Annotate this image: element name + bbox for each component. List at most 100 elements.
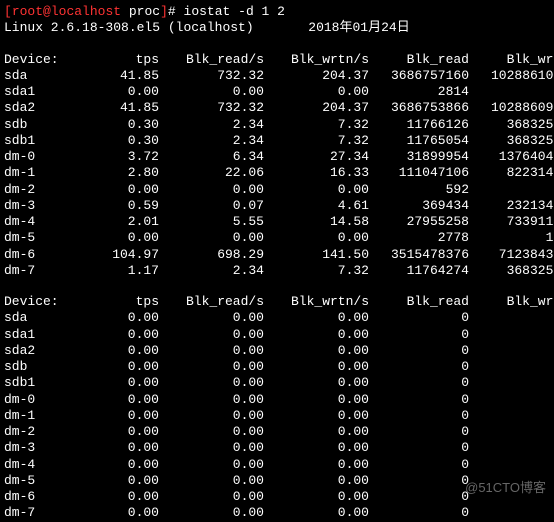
cell-device: dm-4: [4, 214, 74, 230]
cell-tps: 0.00: [74, 424, 159, 440]
cell-blk-read: 0: [369, 473, 469, 489]
cell-device: sda1: [4, 327, 74, 343]
cell-blk-read-s: 0.00: [159, 392, 264, 408]
cell-tps: 0.00: [74, 343, 159, 359]
device-row: dm-71.172.347.321176427436832553: [4, 263, 550, 279]
cell-tps: 0.00: [74, 392, 159, 408]
cell-blk-read: 0: [369, 343, 469, 359]
device-row: dm-20.000.000.0000: [4, 424, 550, 440]
cell-blk-wrtn: 0: [469, 375, 554, 391]
device-row: sda0.000.000.0000: [4, 310, 550, 326]
device-row: sda10.000.000.0000: [4, 327, 550, 343]
cell-tps: 0.00: [74, 375, 159, 391]
cell-blk-wrtn-s: 0.00: [264, 359, 369, 375]
iostat-output: Device:tpsBlk_read/sBlk_wrtn/sBlk_readBl…: [4, 52, 550, 522]
cell-blk-wrtn-s: 0.00: [264, 440, 369, 456]
cell-blk-wrtn: 76: [469, 84, 554, 100]
kernel-machine: (localhost): [168, 20, 254, 35]
device-row: dm-30.000.000.0000: [4, 440, 550, 456]
cell-blk-wrtn: 0: [469, 505, 554, 521]
cell-tps: 41.85: [74, 68, 159, 84]
cell-blk-wrtn-s: 0.00: [264, 424, 369, 440]
device-row: sda241.85732.32204.373686753866102886095…: [4, 100, 550, 116]
cell-blk-read-s: 2.34: [159, 133, 264, 149]
cell-blk-wrtn-s: 7.32: [264, 133, 369, 149]
cell-blk-wrtn-s: 0.00: [264, 327, 369, 343]
cell-blk-read-s: 0.00: [159, 84, 264, 100]
prompt-host: localhost: [51, 4, 121, 19]
cell-blk-wrtn: 0: [469, 424, 554, 440]
cell-blk-read-s: 0.07: [159, 198, 264, 214]
blank-line: [4, 37, 550, 52]
cell-blk-wrtn: 0: [469, 457, 554, 473]
cell-blk-wrtn-s: 0.00: [264, 182, 369, 198]
cell-blk-wrtn-s: 0.00: [264, 230, 369, 246]
cell-blk-read-s: 0.00: [159, 327, 264, 343]
cell-blk-read: 11764274: [369, 263, 469, 279]
shell-prompt-line[interactable]: [root@localhost proc]# iostat -d 1 2: [4, 4, 550, 20]
cell-blk-read-s: 6.34: [159, 149, 264, 165]
cell-blk-wrtn: 36832553: [469, 263, 554, 279]
kernel-version: Linux 2.6.18-308.el5: [4, 20, 160, 35]
cell-blk-wrtn: 1028860952: [469, 100, 554, 116]
cell-blk-wrtn: 23213424: [469, 198, 554, 214]
cell-blk-read: 0: [369, 327, 469, 343]
cell-blk-wrtn: 1028861028: [469, 68, 554, 84]
cell-blk-read: 0: [369, 392, 469, 408]
cell-tps: 0.00: [74, 408, 159, 424]
cell-tps: 0.00: [74, 489, 159, 505]
cell-blk-read: 0: [369, 505, 469, 521]
col-blk-wrtn: Blk_wrtn: [469, 52, 554, 68]
cell-blk-wrtn-s: 204.37: [264, 68, 369, 84]
cell-blk-wrtn: 712384392: [469, 247, 554, 263]
cell-blk-wrtn-s: 0.00: [264, 473, 369, 489]
cell-blk-read: 3686757160: [369, 68, 469, 84]
cell-blk-wrtn-s: 0.00: [264, 408, 369, 424]
cell-blk-wrtn: 0: [469, 359, 554, 375]
cell-device: dm-7: [4, 505, 74, 521]
cell-blk-read: 0: [369, 440, 469, 456]
cell-blk-read: 592: [369, 182, 469, 198]
watermark: @51CTO博客: [465, 480, 546, 496]
device-row: sdb10.000.000.0000: [4, 375, 550, 391]
cell-blk-read-s: 5.55: [159, 214, 264, 230]
cell-device: dm-2: [4, 424, 74, 440]
device-row: sda41.85732.32204.3736867571601028861028: [4, 68, 550, 84]
cell-device: dm-2: [4, 182, 74, 198]
cell-tps: 0.00: [74, 473, 159, 489]
cell-blk-wrtn-s: 0.00: [264, 505, 369, 521]
cell-device: sda: [4, 68, 74, 84]
col-blk-wrtn-s: Blk_wrtn/s: [264, 294, 369, 310]
device-row: dm-30.590.074.6136943423213424: [4, 198, 550, 214]
cell-device: dm-3: [4, 198, 74, 214]
cell-blk-wrtn: 0: [469, 310, 554, 326]
cell-device: sdb: [4, 117, 74, 133]
device-row: dm-40.000.000.0000: [4, 457, 550, 473]
cell-tps: 0.00: [74, 84, 159, 100]
cell-device: dm-0: [4, 392, 74, 408]
cell-blk-wrtn-s: 7.32: [264, 117, 369, 133]
column-header-row: Device:tpsBlk_read/sBlk_wrtn/sBlk_readBl…: [4, 52, 550, 68]
cell-blk-read: 0: [369, 310, 469, 326]
cell-blk-read-s: 0.00: [159, 424, 264, 440]
cell-blk-wrtn: 0: [469, 327, 554, 343]
col-device: Device:: [4, 294, 74, 310]
cell-device: dm-4: [4, 457, 74, 473]
cell-blk-wrtn-s: 0.00: [264, 392, 369, 408]
col-tps: tps: [74, 52, 159, 68]
cell-blk-read: 11766126: [369, 117, 469, 133]
cell-tps: 2.01: [74, 214, 159, 230]
prompt-cwd: proc: [129, 4, 160, 19]
cell-device: dm-7: [4, 263, 74, 279]
cell-blk-read-s: 0.00: [159, 343, 264, 359]
cell-device: dm-6: [4, 247, 74, 263]
cell-blk-wrtn-s: 0.00: [264, 489, 369, 505]
cell-blk-wrtn-s: 27.34: [264, 149, 369, 165]
col-blk-wrtn-s: Blk_wrtn/s: [264, 52, 369, 68]
cell-tps: 0.30: [74, 117, 159, 133]
cell-blk-wrtn: 0: [469, 392, 554, 408]
col-blk-read-s: Blk_read/s: [159, 52, 264, 68]
cell-blk-wrtn-s: 16.33: [264, 165, 369, 181]
cell-blk-wrtn-s: 0.00: [264, 457, 369, 473]
cell-blk-read: 27955258: [369, 214, 469, 230]
